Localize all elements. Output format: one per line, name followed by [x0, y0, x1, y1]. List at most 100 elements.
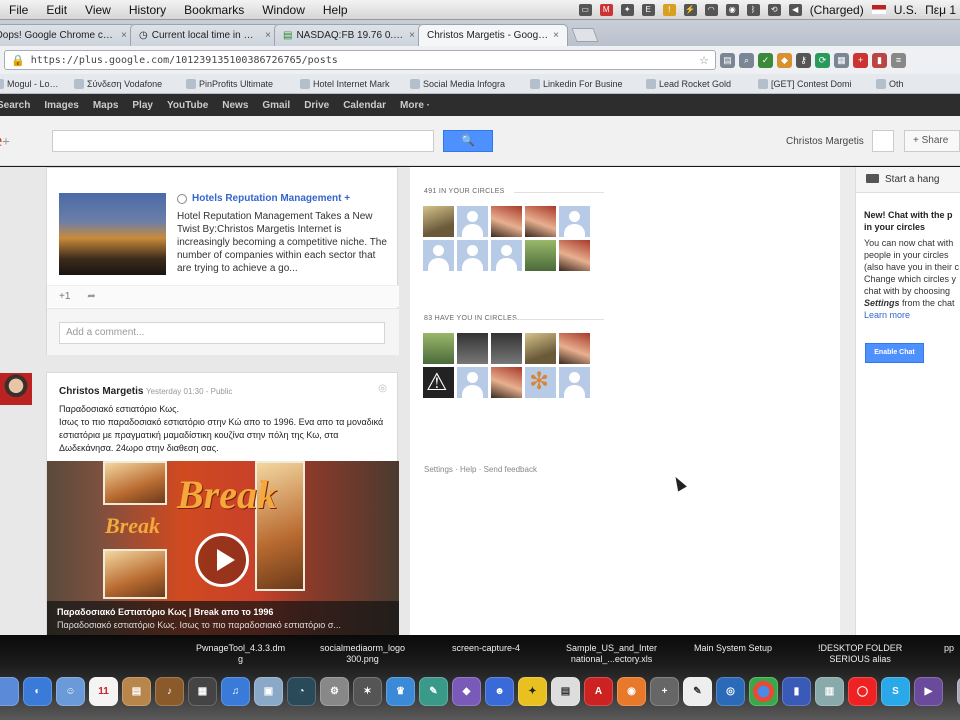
pdf-icon[interactable]: A: [584, 677, 613, 706]
link-title[interactable]: Hotels Reputation Management +: [192, 193, 350, 204]
utility-icon[interactable]: ▮: [782, 677, 811, 706]
volume-icon[interactable]: ◀: [788, 3, 802, 16]
skype-icon[interactable]: S: [881, 677, 910, 706]
menu-view[interactable]: View: [76, 3, 120, 17]
battery-status[interactable]: (Charged): [810, 3, 864, 17]
comment-input[interactable]: Add a comment...: [59, 322, 385, 344]
circle-avatar[interactable]: [525, 333, 556, 364]
desktop-file-label[interactable]: pp: [944, 643, 954, 654]
gbar-calendar[interactable]: Calendar: [336, 100, 393, 111]
bookmark-item[interactable]: Linkedin For Busine: [524, 78, 640, 89]
plus-app-icon[interactable]: +: [650, 677, 679, 706]
desktop-file-label[interactable]: screen-capture-4: [452, 643, 520, 654]
extension-refresh-icon[interactable]: ⟳: [815, 52, 830, 68]
circle-avatar[interactable]: [457, 367, 488, 398]
gbar-play[interactable]: Play: [125, 100, 160, 111]
circle-avatar[interactable]: [491, 367, 522, 398]
close-icon[interactable]: ×: [409, 30, 415, 41]
new-tab-button[interactable]: [571, 28, 599, 42]
menu-help[interactable]: Help: [314, 3, 357, 17]
gingerbread-avatar-icon[interactable]: ✻: [525, 367, 556, 398]
user-name-link[interactable]: Christos Margetis: [786, 136, 864, 147]
footer-links[interactable]: Settings · Help · Send feedback: [424, 465, 537, 474]
network-icon[interactable]: ◎: [716, 677, 745, 706]
share-arrow-icon[interactable]: ➦: [87, 291, 95, 302]
contacts-icon[interactable]: ☺: [56, 677, 85, 706]
preview-icon[interactable]: ✎: [683, 677, 712, 706]
bookmark-item[interactable]: PinProfits Ultimate: [180, 78, 294, 89]
circle-avatar[interactable]: [491, 333, 522, 364]
warning-icon[interactable]: !: [662, 3, 676, 16]
dashboard-icon[interactable]: ▦: [188, 677, 217, 706]
extension-plus-icon[interactable]: +: [853, 52, 868, 68]
bookmark-folder-other[interactable]: Oth: [870, 78, 910, 89]
author-avatar[interactable]: [0, 373, 32, 405]
video-thumbnail[interactable]: Break Break Παραδοσιακό Εστιατόριο Κως |…: [47, 461, 399, 635]
time-machine-icon[interactable]: ⟲: [767, 3, 781, 16]
close-icon[interactable]: ×: [553, 30, 559, 41]
finder-icon[interactable]: [0, 677, 19, 706]
post-options-icon[interactable]: ◎: [378, 383, 387, 394]
feather-app-icon[interactable]: ✎: [419, 677, 448, 706]
extension-check-icon[interactable]: ✓: [758, 52, 773, 68]
extension-bar-icon[interactable]: ▮: [872, 52, 887, 68]
share-button[interactable]: + Share: [904, 130, 960, 152]
post-timestamp[interactable]: Yesterday 01:30 - Public: [146, 387, 232, 396]
start-hangout-button[interactable]: Start a hang: [856, 167, 960, 193]
document-icon[interactable]: ▤: [551, 677, 580, 706]
circle-avatar[interactable]: [559, 367, 590, 398]
menu-edit[interactable]: Edit: [37, 3, 76, 17]
guitar-icon[interactable]: ♪: [155, 677, 184, 706]
input-flag-icon[interactable]: [871, 5, 886, 14]
circle-avatar[interactable]: [525, 206, 556, 237]
accessibility-icon[interactable]: ◉: [725, 3, 739, 16]
menu-history[interactable]: History: [120, 3, 175, 17]
gmail-icon[interactable]: M: [599, 3, 613, 16]
vodafone-icon[interactable]: ◯: [848, 677, 877, 706]
notifications-box[interactable]: [872, 130, 894, 152]
video-title[interactable]: Παραδοσιακό Εστιατόριο Κως | Break απο τ…: [57, 607, 389, 617]
circle-avatar[interactable]: [559, 333, 590, 364]
close-icon[interactable]: ×: [121, 30, 127, 41]
menubar-clock[interactable]: Πεμ 1: [925, 3, 956, 17]
circle-avatar[interactable]: [457, 206, 488, 237]
star-app-icon[interactable]: ✶: [353, 677, 382, 706]
desktop-file-label[interactable]: !DESKTOP FOLDER SERIOUS alias: [818, 643, 902, 665]
wrench-menu-icon[interactable]: ≡: [891, 52, 906, 68]
in-your-circles-heading[interactable]: 491 IN YOUR CIRCLES: [424, 188, 604, 195]
extension-key-icon[interactable]: ⚷: [796, 52, 811, 68]
menu-file[interactable]: File: [0, 3, 37, 17]
time-machine-dock-icon[interactable]: ◔: [287, 677, 316, 706]
search-button[interactable]: 🔍: [443, 130, 493, 152]
extension-page-icon[interactable]: ▤: [720, 52, 735, 68]
gbar-search[interactable]: Search: [0, 100, 37, 111]
circle-avatar[interactable]: [423, 333, 454, 364]
circle-avatar[interactable]: [423, 240, 454, 271]
circle-avatar[interactable]: [423, 206, 454, 237]
address-book-icon[interactable]: ▤: [122, 677, 151, 706]
learn-more-link[interactable]: Learn more: [864, 309, 960, 321]
circle-avatar[interactable]: [525, 240, 556, 271]
desktop-file-label[interactable]: PwnageTool_4.3.3.dm g: [196, 643, 285, 665]
tab-google-plus-active[interactable]: Christos Margetis - Google+ ×: [418, 24, 568, 46]
bluetooth-icon[interactable]: ᛒ: [746, 3, 760, 16]
system-prefs-icon[interactable]: ⚙: [320, 677, 349, 706]
gplus-logo[interactable]: e+: [0, 130, 10, 151]
circle-avatar[interactable]: [559, 206, 590, 237]
enable-chat-button[interactable]: Enable Chat: [865, 343, 924, 363]
circle-avatar[interactable]: [491, 240, 522, 271]
address-bar[interactable]: 🔒 https://plus.google.com/10123913510038…: [4, 50, 716, 70]
warning-avatar-icon[interactable]: ⚠: [423, 367, 454, 398]
bookmark-item[interactable]: [GET] Contest Domi: [752, 78, 870, 89]
gbar-news[interactable]: News: [215, 100, 255, 111]
desktop-file-label[interactable]: socialmediaorm_logo 300.png: [320, 643, 405, 665]
bookmark-item[interactable]: Hotel Internet Mark: [294, 78, 404, 89]
menu-bookmarks[interactable]: Bookmarks: [175, 3, 253, 17]
chrome-icon[interactable]: [749, 677, 778, 706]
people-app-icon[interactable]: ☻: [485, 677, 514, 706]
screen-icon[interactable]: ▭: [578, 3, 592, 16]
url-text[interactable]: https://plus.google.com/1012391351003867…: [31, 55, 693, 66]
itunes-icon[interactable]: ♫: [221, 677, 250, 706]
bookmark-item[interactable]: Mogul - Log In: [0, 78, 68, 89]
evernote-icon[interactable]: E: [641, 3, 655, 16]
